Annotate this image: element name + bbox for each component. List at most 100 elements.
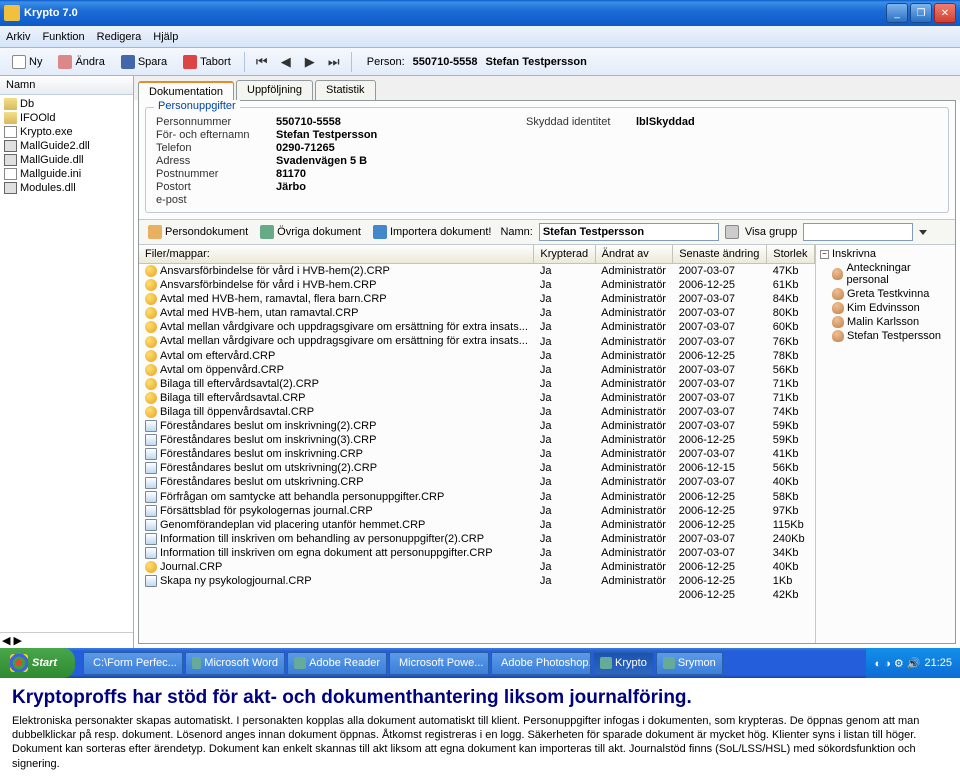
nav-next-button[interactable]: ▶	[300, 53, 320, 71]
val-telefon: 0290-71265	[276, 142, 526, 154]
namn-label: Namn:	[500, 226, 532, 238]
inskrivna-group[interactable]: − Inskrivna	[818, 247, 953, 261]
client-item[interactable]: Greta Testkvinna	[818, 287, 953, 301]
nav-prev-button[interactable]: ◀	[276, 53, 296, 71]
tree-item[interactable]: Krypto.exe	[2, 125, 131, 139]
tab-dokumentation[interactable]: Dokumentation	[138, 81, 234, 101]
description-body: Elektroniska personakter skapas automati…	[12, 714, 948, 771]
visa-grupp-input[interactable]	[803, 223, 913, 241]
namn-input[interactable]	[539, 223, 719, 241]
document-icon	[145, 561, 157, 573]
col-andrat[interactable]: Ändrat av	[595, 245, 673, 264]
document-icon	[145, 491, 157, 503]
taskbar-button[interactable]: Microsoft Word	[185, 652, 285, 675]
tab-uppfoljning[interactable]: Uppföljning	[236, 80, 313, 100]
nav-first-button[interactable]: ⏮	[252, 53, 272, 71]
table-row[interactable]: Förfrågan om samtycke att behandla perso…	[139, 490, 815, 504]
taskbar-button[interactable]: Srymon	[656, 652, 723, 675]
import-icon	[373, 225, 387, 239]
ny-button[interactable]: Ny	[6, 52, 48, 72]
folder-icon	[4, 98, 17, 110]
table-row[interactable]: Ansvarsförbindelse för vård i HVB-hem.CR…	[139, 278, 815, 292]
importera-button[interactable]: Importera dokument!	[370, 224, 495, 240]
menu-hjalp[interactable]: Hjälp	[153, 31, 178, 43]
lbl-telefon: Telefon	[156, 142, 276, 154]
tree-item[interactable]: MallGuide2.dll	[2, 139, 131, 153]
table-row[interactable]: Föreståndares beslut om inskrivning(3).C…	[139, 433, 815, 447]
taskbar-button[interactable]: Adobe Reader	[287, 652, 387, 675]
dropdown-icon[interactable]	[919, 230, 927, 235]
sidebar-left: Namn DbIFOOldKrypto.exeMallGuide2.dllMal…	[0, 76, 134, 648]
table-row[interactable]: Avtal om öppenvård.CRPJaAdministratör200…	[139, 363, 815, 377]
table-row[interactable]: Avtal mellan vårdgivare och uppdragsgiva…	[139, 334, 815, 348]
table-row[interactable]: Avtal med HVB-hem, utan ramavtal.CRPJaAd…	[139, 306, 815, 320]
table-row[interactable]: Ansvarsförbindelse för vård i HVB-hem(2)…	[139, 264, 815, 279]
delete-icon	[183, 55, 197, 69]
nav-last-button[interactable]: ⏭	[324, 53, 344, 71]
client-item[interactable]: Anteckningar personal	[818, 261, 953, 287]
menu-funktion[interactable]: Funktion	[42, 31, 84, 43]
menu-redigera[interactable]: Redigera	[97, 31, 142, 43]
client-item[interactable]: Malin Karlsson	[818, 315, 953, 329]
close-button[interactable]: ✕	[934, 3, 956, 23]
taskbar-button[interactable]: Krypto	[593, 652, 654, 675]
taskbar-button[interactable]: Microsoft Powe...	[389, 652, 489, 675]
table-row[interactable]: Föreståndares beslut om inskrivning.CRPJ…	[139, 447, 815, 461]
sidebar-left-scrollbar[interactable]: ◀ ▶	[0, 632, 133, 648]
col-storlek[interactable]: Storlek	[767, 245, 815, 264]
table-row[interactable]: Bilaga till eftervårdsavtal(2).CRPJaAdmi…	[139, 377, 815, 391]
spara-button[interactable]: Spara	[115, 52, 173, 72]
tree-item[interactable]: IFOOld	[2, 111, 131, 125]
table-row[interactable]: Avtal om eftervård.CRPJaAdministratör200…	[139, 349, 815, 363]
app-icon	[600, 657, 612, 669]
table-row[interactable]: Bilaga till öppenvårdsavtal.CRPJaAdminis…	[139, 405, 815, 419]
collapse-icon[interactable]: −	[820, 250, 829, 259]
table-row[interactable]: Föreståndares beslut om inskrivning(2).C…	[139, 419, 815, 433]
table-row[interactable]: Bilaga till eftervårdsavtal.CRPJaAdminis…	[139, 391, 815, 405]
document-list[interactable]: Filer/mappar: Krypterad Ändrat av Senast…	[139, 245, 815, 643]
table-row[interactable]: Information till inskriven om egna dokum…	[139, 546, 815, 560]
table-row[interactable]: Avtal med HVB-hem, ramavtal, flera barn.…	[139, 292, 815, 306]
col-filer[interactable]: Filer/mappar:	[139, 245, 534, 264]
taskbar-button[interactable]: C:\Form Perfec...	[83, 652, 183, 675]
toolbar: Ny Ändra Spara Tabort ⏮ ◀ ▶ ⏭ Person: 55…	[0, 48, 960, 76]
ovriga-dokument-button[interactable]: Övriga dokument	[257, 224, 364, 240]
person-number: 550710-5558	[413, 56, 478, 68]
tree-item[interactable]: MallGuide.dll	[2, 153, 131, 167]
table-row[interactable]: Journal.CRPJaAdministratör2006-12-2540Kb	[139, 560, 815, 574]
menu-arkiv[interactable]: Arkiv	[6, 31, 30, 43]
tree-item[interactable]: Mallguide.ini	[2, 167, 131, 181]
sidebar-left-header: Namn	[0, 76, 133, 95]
tree-item[interactable]: Db	[2, 97, 131, 111]
minimize-button[interactable]: _	[886, 3, 908, 23]
maximize-button[interactable]: ❐	[910, 3, 932, 23]
tree-item[interactable]: Modules.dll	[2, 181, 131, 195]
table-row[interactable]: 2006-12-2542Kb	[139, 588, 815, 602]
table-row[interactable]: Försättsblad för psykologernas journal.C…	[139, 504, 815, 518]
table-row[interactable]: Föreståndares beslut om utskrivning(2).C…	[139, 461, 815, 475]
client-item[interactable]: Kim Edvinsson	[818, 301, 953, 315]
start-button[interactable]: Start	[0, 648, 75, 678]
col-senaste[interactable]: Senaste ändring	[673, 245, 767, 264]
document-icon	[145, 336, 157, 348]
table-row[interactable]: Genomförandeplan vid placering utanför h…	[139, 518, 815, 532]
tab-statistik[interactable]: Statistik	[315, 80, 376, 100]
person-icon	[148, 225, 162, 239]
andra-button[interactable]: Ändra	[52, 52, 110, 72]
tabort-button[interactable]: Tabort	[177, 52, 237, 72]
table-row[interactable]: Information till inskriven om behandling…	[139, 532, 815, 546]
document-icon	[145, 462, 157, 474]
tray-icons[interactable]: ◐ ◑ ⚙ 🔊	[874, 657, 920, 670]
taskbar-button[interactable]: Adobe Photoshop...	[491, 652, 591, 675]
search-icon[interactable]	[725, 225, 739, 239]
persondokument-button[interactable]: Persondokument	[145, 224, 251, 240]
client-item[interactable]: Stefan Testpersson	[818, 329, 953, 343]
system-tray[interactable]: ◐ ◑ ⚙ 🔊 21:25	[866, 648, 960, 678]
table-row[interactable]: Avtal mellan vårdgivare och uppdragsgiva…	[139, 320, 815, 334]
table-row[interactable]: Skapa ny psykologjournal.CRPJaAdministra…	[139, 574, 815, 588]
document-icon	[145, 505, 157, 517]
dll-icon	[4, 182, 17, 194]
table-row[interactable]: Föreståndares beslut om utskrivning.CRPJ…	[139, 475, 815, 489]
edit-icon	[58, 55, 72, 69]
col-krypterad[interactable]: Krypterad	[534, 245, 595, 264]
